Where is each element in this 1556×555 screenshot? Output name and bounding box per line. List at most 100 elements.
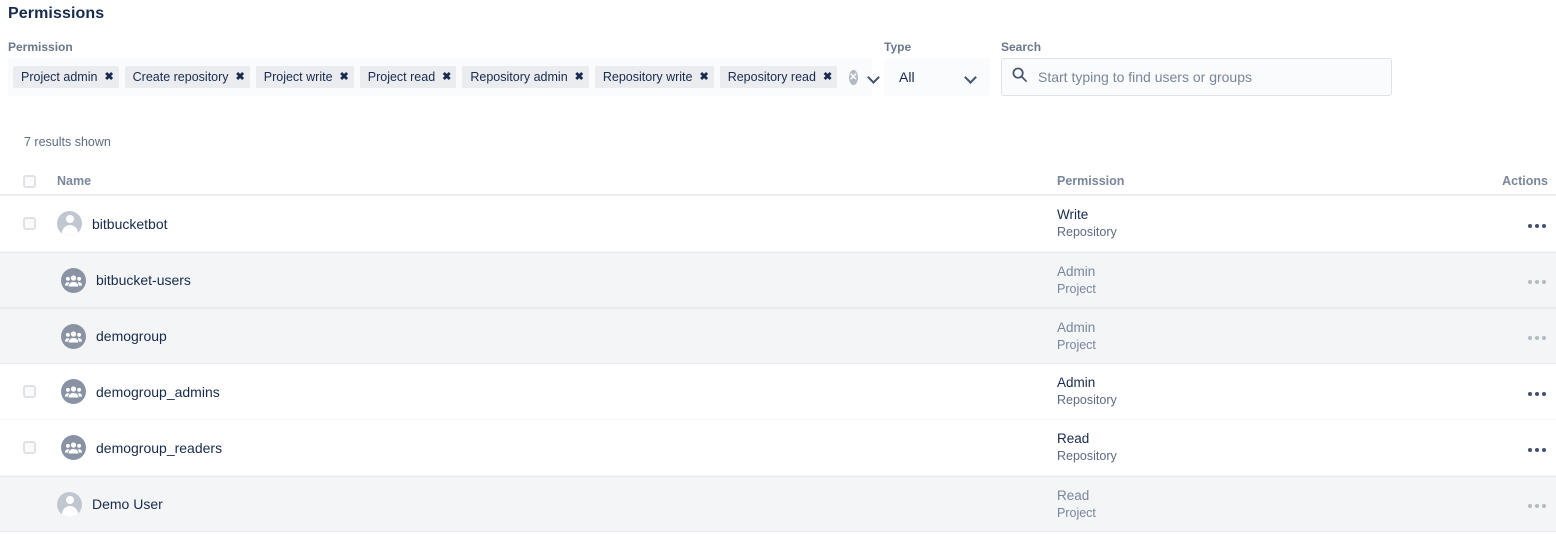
row-name: Demo User (92, 496, 163, 512)
user-avatar-icon (57, 211, 82, 236)
filter-bar: Permission Project admin ✖ Create reposito… (0, 40, 1556, 102)
permission-level: Admin (1057, 319, 1096, 335)
row-select-cell (0, 385, 57, 398)
actions-cell (1497, 383, 1556, 401)
permission-chip-label: Repository admin (470, 70, 568, 84)
type-select-value: All (899, 69, 915, 85)
column-header-name[interactable]: Name (57, 174, 1057, 188)
search-icon (1012, 67, 1027, 87)
permission-chip-label: Create repository (132, 70, 229, 84)
table-row: demogroup_readers Read Repository (0, 420, 1556, 476)
chip-remove-icon[interactable]: ✖ (575, 71, 584, 83)
more-actions-icon[interactable] (1526, 332, 1548, 344)
group-avatar-icon (61, 435, 86, 460)
group-avatar-icon (61, 379, 86, 404)
table-row: demogroup Admin Project (0, 308, 1556, 364)
page-title: Permissions (8, 5, 105, 22)
permission-level: Write (1057, 207, 1089, 222)
actions-cell (1497, 327, 1556, 345)
name-cell: bitbucket-users (57, 267, 1057, 293)
table-row: demogroup_admins Admin Repository (0, 364, 1556, 420)
permission-cell: Write Repository (1057, 206, 1497, 241)
chip-remove-icon[interactable]: ✖ (699, 71, 708, 83)
row-select-cell (0, 441, 57, 454)
select-all-checkbox[interactable] (23, 174, 36, 188)
name-cell-content: demogroup_admins (57, 379, 1057, 404)
permission-chip-label: Project write (263, 70, 333, 84)
row-select-checkbox[interactable] (23, 217, 36, 230)
more-actions-icon[interactable] (1526, 500, 1548, 512)
user-avatar-icon (57, 491, 82, 517)
permission-level: Read (1057, 487, 1090, 503)
search-filter: Search (1001, 40, 1392, 96)
permission-chip[interactable]: Create repository ✖ (124, 66, 250, 88)
name-cell-content: demogroup (57, 323, 1057, 349)
row-name: demogroup_readers (96, 439, 223, 456)
permission-chip-label: Project admin (21, 70, 98, 84)
chip-remove-icon[interactable]: ✖ (823, 71, 832, 83)
table-row: bitbucket-users Admin Project (0, 252, 1556, 308)
permission-chip[interactable]: Repository read ✖ (719, 66, 838, 88)
more-actions-icon[interactable] (1526, 388, 1548, 400)
permission-chip[interactable]: Repository admin ✖ (462, 66, 589, 88)
actions-cell (1497, 439, 1556, 457)
chip-remove-icon[interactable]: ✖ (104, 71, 113, 83)
permission-level: Read (1057, 431, 1090, 446)
name-cell: demogroup_readers (57, 435, 1057, 460)
permission-chip[interactable]: Repository write ✖ (594, 66, 714, 88)
permission-scope: Repository (1057, 393, 1117, 407)
group-avatar-icon (61, 267, 86, 293)
clear-all-icon[interactable]: ✕ (849, 69, 858, 85)
select-all-cell (0, 174, 57, 188)
permission-chip[interactable]: Project write ✖ (255, 66, 354, 88)
chip-remove-icon[interactable]: ✖ (442, 71, 451, 83)
column-header-permission[interactable]: Permission (1057, 174, 1497, 188)
row-name: bitbucket-users (96, 272, 191, 288)
more-actions-icon[interactable] (1526, 220, 1548, 232)
permission-scope: Repository (1057, 449, 1117, 463)
permission-scope: Repository (1057, 225, 1117, 239)
permission-chip[interactable]: Project read ✖ (359, 66, 457, 88)
row-name: bitbucketbot (92, 215, 168, 232)
row-select-cell (0, 217, 57, 230)
name-cell: Demo User (57, 491, 1057, 517)
permission-cell: Admin Project (1057, 263, 1497, 298)
chip-remove-icon[interactable]: ✖ (236, 71, 245, 83)
chevron-down-icon (965, 71, 977, 83)
permission-cell: Admin Repository (1057, 374, 1497, 409)
name-cell-content: bitbucket-users (57, 267, 1057, 293)
permission-cell: Read Repository (1057, 430, 1497, 465)
permission-filter: Permission Project admin ✖ Create reposito… (8, 40, 872, 96)
name-cell-content: Demo User (57, 491, 1057, 517)
permission-chip-label: Repository read (727, 70, 816, 84)
more-actions-icon[interactable] (1526, 276, 1548, 288)
permission-chip[interactable]: Project admin ✖ (13, 66, 119, 88)
name-cell-content: demogroup_readers (57, 435, 1057, 460)
column-header-actions: Actions (1502, 174, 1548, 188)
group-avatar-icon (61, 323, 86, 349)
type-select[interactable]: All (884, 58, 990, 96)
table-header-row: Name Permission Actions (0, 168, 1556, 196)
permission-filter-label: Permission (8, 40, 73, 54)
row-select-checkbox[interactable] (23, 385, 36, 398)
table-body: bitbucketbot Write Repository bitbucket-use… (0, 196, 1556, 532)
search-filter-label: Search (1001, 40, 1042, 54)
row-name: demogroup (96, 328, 167, 344)
name-cell: demogroup_admins (57, 379, 1057, 404)
chip-remove-icon[interactable]: ✖ (340, 71, 349, 83)
actions-cell (1497, 271, 1556, 289)
search-input[interactable] (1036, 68, 1381, 86)
permission-chip-label: Project read (367, 70, 436, 84)
more-actions-icon[interactable] (1526, 444, 1548, 456)
actions-cell (1497, 495, 1556, 513)
name-cell: bitbucketbot (57, 211, 1057, 236)
table-row: Demo User Read Project (0, 476, 1556, 532)
permission-chips-container[interactable]: Project admin ✖ Create repository ✖ Project … (8, 58, 872, 96)
row-select-checkbox[interactable] (23, 441, 36, 454)
permission-cell: Admin Project (1057, 319, 1497, 354)
permission-cell: Read Project (1057, 487, 1497, 522)
name-cell: demogroup (57, 323, 1057, 349)
search-box[interactable] (1001, 58, 1392, 96)
type-filter: Type All (884, 40, 990, 96)
permission-scope: Project (1057, 337, 1096, 352)
